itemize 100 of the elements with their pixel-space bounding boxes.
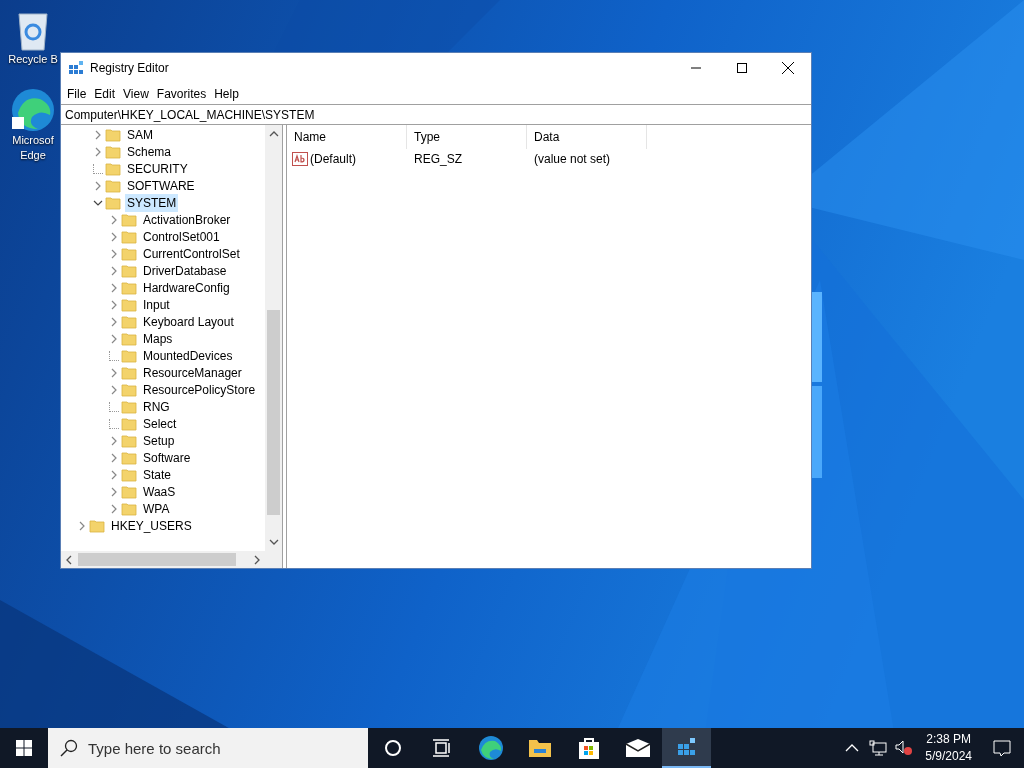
address-bar[interactable]: Computer\HKEY_LOCAL_MACHINE\SYSTEM <box>61 104 811 125</box>
clock-date[interactable]: 5/9/2024 <box>925 748 972 765</box>
scrollbar-thumb[interactable] <box>78 553 236 566</box>
tree-item[interactable]: ActivationBroker <box>141 210 233 229</box>
tree-item[interactable]: Keyboard Layout <box>141 312 236 331</box>
folder-icon <box>121 245 137 262</box>
chevron-right-icon[interactable] <box>93 129 103 140</box>
tree-item[interactable]: ControlSet001 <box>141 227 222 246</box>
icon-label: Edge <box>20 148 46 163</box>
edge-icon <box>477 735 504 761</box>
folder-icon <box>121 296 137 313</box>
speaker-muted-icon[interactable] <box>895 740 914 756</box>
folder-icon <box>121 211 137 228</box>
folder-icon <box>121 313 137 330</box>
chevron-right-icon[interactable] <box>109 452 119 463</box>
table-cell-text: REG_SZ <box>413 151 463 168</box>
folder-icon <box>105 143 121 160</box>
folder-icon <box>121 262 137 279</box>
tree-item[interactable]: SECURITY <box>125 159 190 178</box>
folder-icon <box>121 398 137 415</box>
tree-item[interactable]: Maps <box>141 329 175 348</box>
tree-item[interactable]: Schema <box>125 142 174 161</box>
folder-icon <box>105 177 121 194</box>
tree-item[interactable]: SYSTEM <box>125 193 179 212</box>
tree-item[interactable]: Software <box>141 448 193 467</box>
chevron-right-icon[interactable] <box>109 367 119 378</box>
tree-item[interactable]: SAM <box>125 125 155 144</box>
chevron-right-icon[interactable] <box>109 282 119 293</box>
circle-icon <box>383 739 402 757</box>
column-header[interactable]: Name <box>287 125 407 149</box>
folder-icon <box>121 500 137 517</box>
chevron-right-icon[interactable] <box>93 146 103 157</box>
maximize-icon <box>737 63 747 73</box>
search-field[interactable]: Type here to search <box>48 728 368 768</box>
tree-item[interactable]: DriverDatabase <box>141 261 229 280</box>
folder-icon <box>121 364 137 381</box>
windows-icon <box>16 740 32 756</box>
column-header[interactable]: Type <box>407 125 527 149</box>
tree-item[interactable]: WPA <box>141 499 172 518</box>
icon-label: Microsof <box>12 133 54 148</box>
folder-icon <box>105 194 121 211</box>
folder-icon <box>105 126 121 143</box>
tree-item[interactable]: Setup <box>141 431 177 450</box>
network-icon[interactable] <box>869 740 888 756</box>
tree-item[interactable]: ResourceManager <box>141 363 244 382</box>
close-icon <box>782 62 794 74</box>
tree-item[interactable]: MountedDevices <box>141 346 235 365</box>
chevron-right-icon[interactable] <box>109 248 119 259</box>
clock-time[interactable]: 2:38 PM <box>926 731 971 748</box>
chevron-right-icon[interactable] <box>109 265 119 276</box>
folder-icon <box>121 449 137 466</box>
string-value-icon <box>292 152 308 166</box>
chevron-right-icon[interactable] <box>109 435 119 446</box>
chevron-right-icon[interactable] <box>109 486 119 497</box>
menu-item[interactable]: File <box>63 84 91 103</box>
menu-item[interactable]: Favorites <box>152 84 211 103</box>
envelope-icon <box>624 738 651 758</box>
tree-item[interactable]: Input <box>141 295 172 314</box>
chevron-right-icon[interactable] <box>109 299 119 310</box>
folder-icon <box>121 228 137 245</box>
edge-icon[interactable] <box>10 87 56 133</box>
folder-icon <box>121 347 137 364</box>
folder-icon <box>121 415 137 432</box>
tree-item[interactable]: Select <box>141 414 179 433</box>
menu-item[interactable]: Edit <box>90 84 120 103</box>
menu-item[interactable]: View <box>119 84 153 103</box>
horizontal-scrollbar[interactable] <box>61 551 282 568</box>
chevron-right-icon[interactable] <box>93 180 103 191</box>
chevron-right-icon[interactable] <box>77 520 87 531</box>
search-icon <box>60 739 78 757</box>
menu-item[interactable]: Help <box>210 84 243 103</box>
scrollbar-thumb[interactable] <box>267 310 280 515</box>
chevron-right-icon[interactable] <box>109 316 119 327</box>
folder-icon <box>89 517 105 534</box>
chevron-right-icon[interactable] <box>109 384 119 395</box>
column-header[interactable]: Data <box>527 125 647 149</box>
folder-icon <box>121 279 137 296</box>
chevron-right-icon[interactable] <box>109 333 119 344</box>
folder-icon <box>527 737 552 759</box>
shopping-bag-icon <box>577 736 600 760</box>
registry-icon <box>68 60 84 76</box>
tree-item[interactable]: HKEY_USERS <box>109 516 194 535</box>
tree-item[interactable]: State <box>141 465 174 484</box>
folder-icon <box>121 381 137 398</box>
vertical-scrollbar[interactable] <box>265 125 282 551</box>
tree-item[interactable]: SOFTWARE <box>125 176 197 195</box>
chevron-up-icon[interactable] <box>845 743 860 753</box>
folder-icon <box>121 466 137 483</box>
tree-item[interactable]: CurrentControlSet <box>141 244 242 263</box>
tree-item[interactable]: WaaS <box>141 482 178 501</box>
chevron-right-icon[interactable] <box>109 469 119 480</box>
chevron-right-icon[interactable] <box>109 231 119 242</box>
chevron-right-icon[interactable] <box>109 214 119 225</box>
chevron-right-icon[interactable] <box>109 503 119 514</box>
folder-icon <box>121 330 137 347</box>
tree-item[interactable]: RNG <box>141 397 172 416</box>
tree-item[interactable]: ResourcePolicyStore <box>141 380 258 399</box>
table-cell-text: (value not set) <box>533 151 612 168</box>
tree-item[interactable]: HardwareConfig <box>141 278 232 297</box>
task-view-icon <box>431 739 452 757</box>
